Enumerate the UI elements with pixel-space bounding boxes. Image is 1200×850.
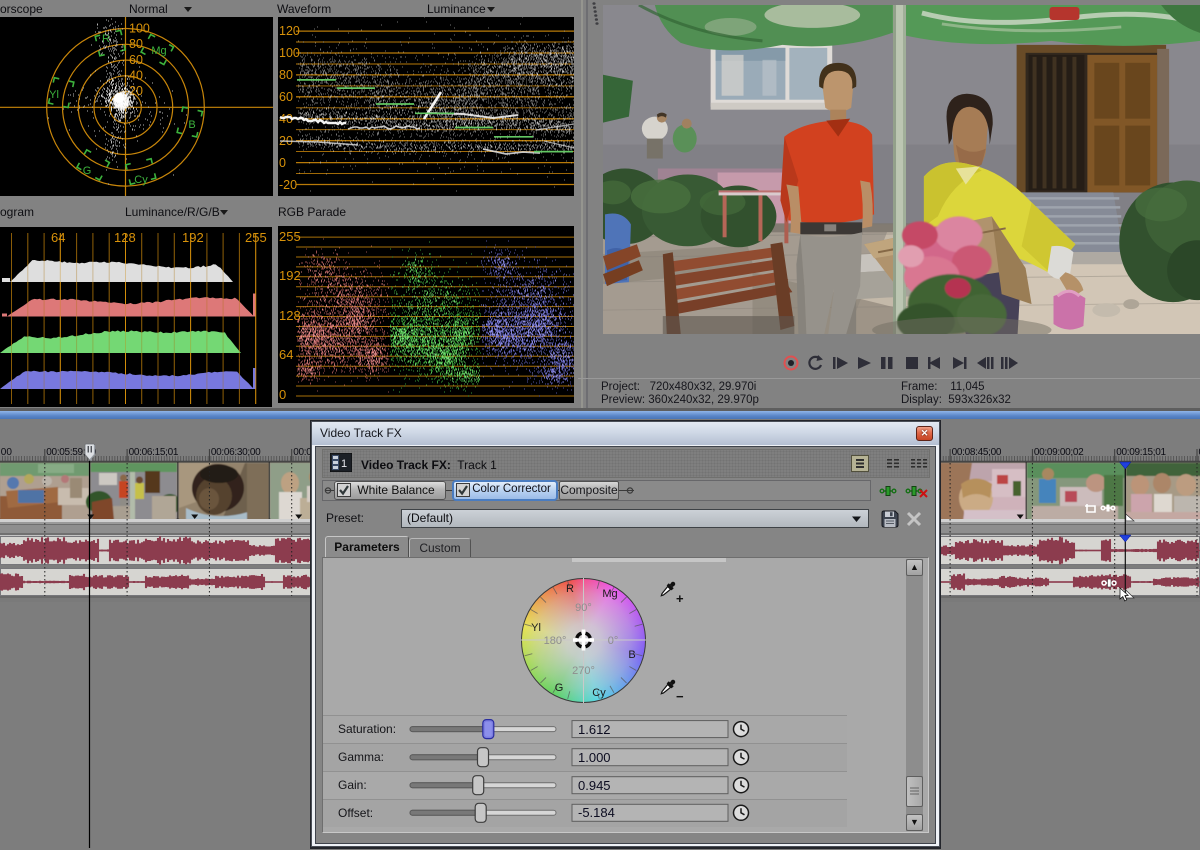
svg-text:00:06:30;00: 00:06:30;00: [211, 447, 261, 458]
svg-text:80: 80: [279, 68, 293, 82]
svg-text:G: G: [83, 165, 92, 177]
svg-text:-20: -20: [279, 178, 297, 192]
svg-text:Cy: Cy: [592, 687, 606, 699]
svg-text:192: 192: [182, 230, 204, 245]
svg-text:0: 0: [279, 387, 286, 402]
svg-text:0°: 0°: [608, 635, 619, 647]
svg-text:100: 100: [129, 22, 150, 36]
svg-text:Offset:: Offset:: [338, 806, 373, 820]
svg-text:Mg: Mg: [151, 45, 166, 57]
svg-text:G: G: [555, 682, 564, 694]
svg-text:255: 255: [279, 229, 301, 244]
svg-text:90°: 90°: [575, 602, 592, 614]
svg-text:Yl: Yl: [531, 622, 541, 634]
svg-text:Gamma:: Gamma:: [338, 750, 384, 764]
svg-text:00:08:45;00: 00:08:45;00: [952, 447, 1002, 458]
svg-text:Gain:: Gain:: [338, 778, 367, 792]
svg-text:+: +: [676, 591, 684, 606]
svg-text:120: 120: [279, 24, 300, 38]
svg-text:Cy: Cy: [134, 174, 148, 186]
svg-text:00:05:59;29: 00:05:59;29: [46, 447, 96, 458]
svg-text:00:09:00;02: 00:09:00;02: [1034, 447, 1084, 458]
svg-text:1.000: 1.000: [578, 750, 611, 765]
svg-text:100: 100: [279, 46, 300, 60]
svg-text:180°: 180°: [544, 635, 567, 647]
svg-text:60: 60: [129, 53, 143, 67]
svg-text:−: −: [676, 689, 684, 704]
svg-text:0.945: 0.945: [578, 778, 611, 793]
svg-text:192: 192: [279, 268, 301, 283]
svg-text:00:09:15;01: 00:09:15;01: [1116, 447, 1166, 458]
svg-text:1.612: 1.612: [578, 722, 611, 737]
svg-text:Mg: Mg: [602, 588, 617, 600]
svg-text:60: 60: [279, 90, 293, 104]
svg-text:Yl: Yl: [49, 89, 59, 101]
svg-text:64: 64: [279, 347, 293, 362]
svg-text:270°: 270°: [572, 665, 595, 677]
svg-text:00:06:15;01: 00:06:15;01: [129, 447, 179, 458]
svg-text:1: 1: [341, 458, 347, 470]
svg-text:-5.184: -5.184: [578, 805, 615, 820]
svg-text:80: 80: [129, 37, 143, 51]
svg-text:64: 64: [51, 230, 65, 245]
svg-text:B: B: [188, 119, 195, 131]
svg-text:128: 128: [114, 230, 136, 245]
svg-text:Saturation:: Saturation:: [338, 722, 396, 736]
svg-text:R: R: [566, 583, 574, 595]
svg-text:20: 20: [129, 84, 143, 98]
svg-text:40: 40: [129, 69, 143, 83]
svg-text:0: 0: [279, 156, 286, 170]
svg-text:B: B: [628, 649, 635, 661]
